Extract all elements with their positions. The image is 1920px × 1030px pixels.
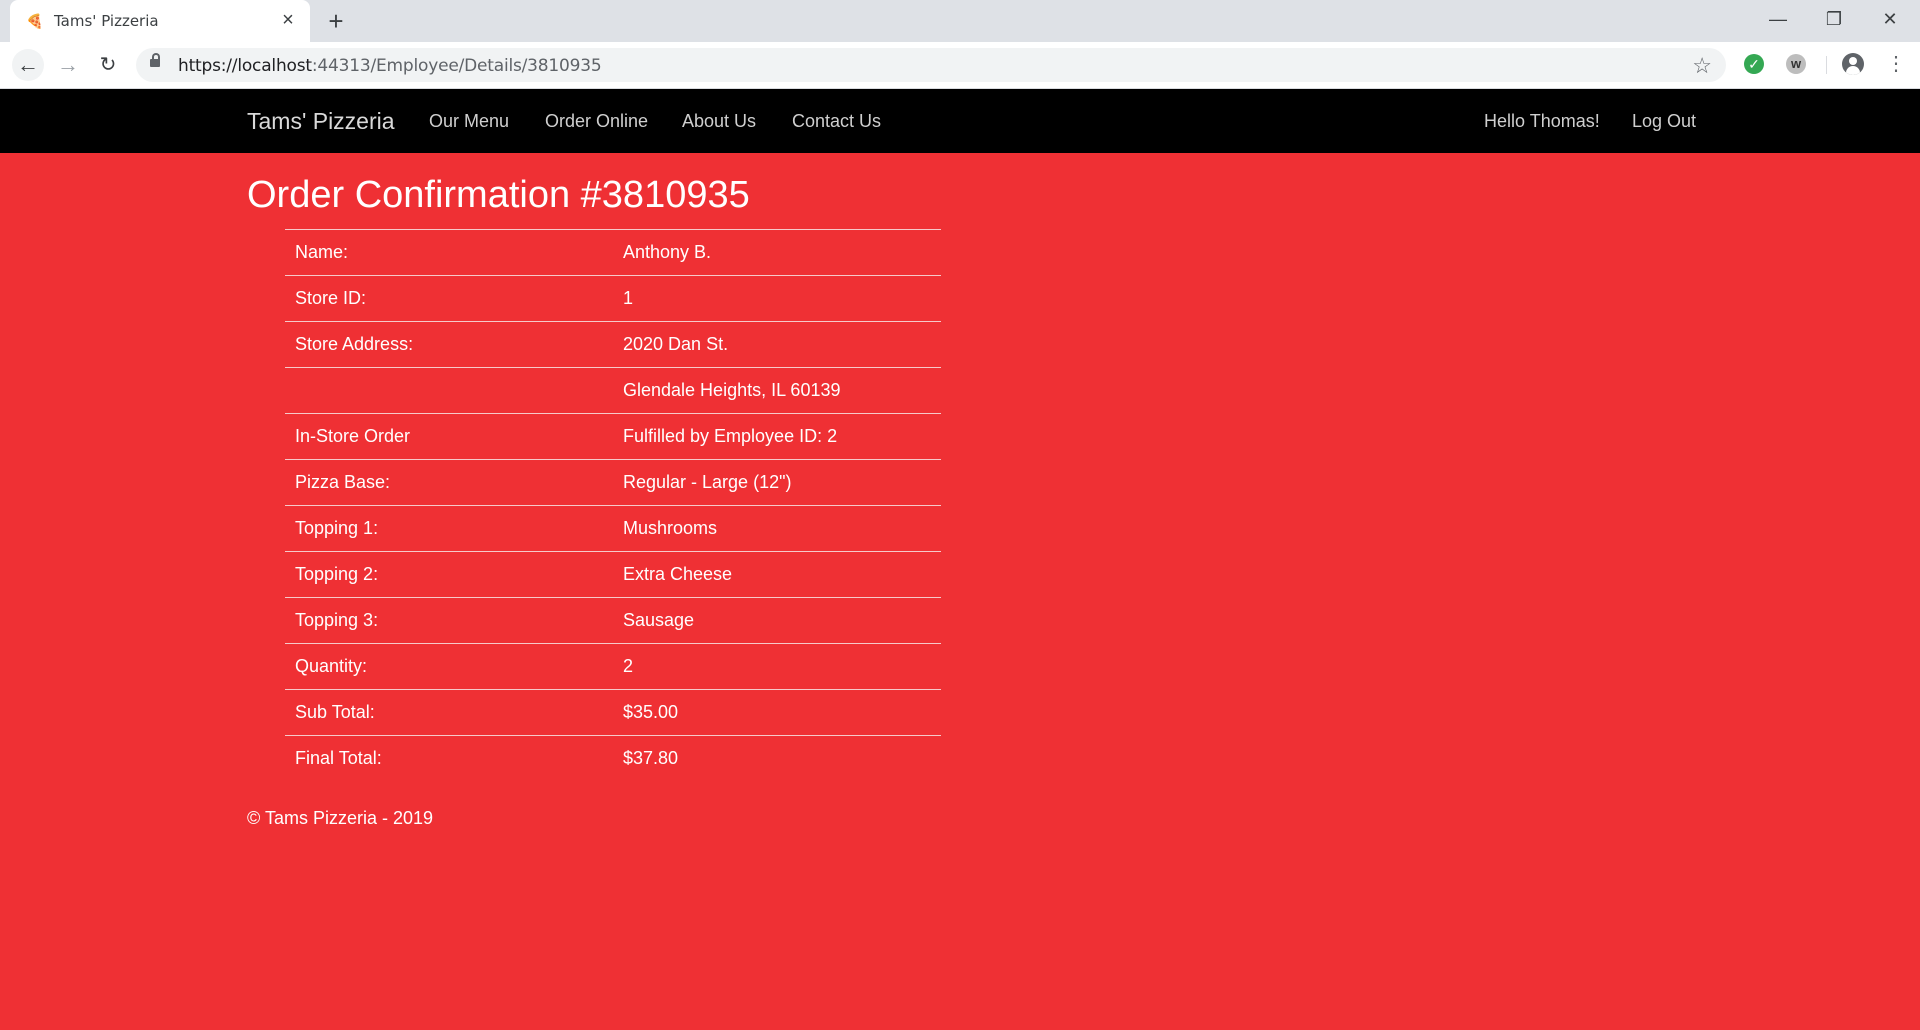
lock-icon xyxy=(150,53,160,67)
logout-link[interactable]: Log Out xyxy=(1632,111,1696,132)
profile-avatar-icon[interactable] xyxy=(1842,53,1864,75)
site-navbar: Tams' Pizzeria Our Menu Order Online Abo… xyxy=(0,89,1920,153)
forward-arrow-icon[interactable]: → xyxy=(52,49,84,81)
table-row: Quantity: 2 xyxy=(285,643,941,690)
row-value: 2 xyxy=(613,643,941,690)
minimize-icon[interactable]: — xyxy=(1750,0,1806,38)
address-bar[interactable]: https://localhost:44313/Employee/Details… xyxy=(136,48,1726,82)
row-label: Sub Total: xyxy=(285,689,613,736)
row-value: Anthony B. xyxy=(613,229,941,276)
footer-copyright: © Tams Pizzeria - 2019 xyxy=(247,808,434,828)
nav-link-our-menu[interactable]: Our Menu xyxy=(429,111,509,132)
row-value: Glendale Heights, IL 60139 xyxy=(613,367,941,414)
brand-link[interactable]: Tams' Pizzeria xyxy=(247,108,395,135)
table-row: Store Address: 2020 Dan St. xyxy=(285,321,941,368)
reload-icon[interactable]: ↻ xyxy=(92,49,124,81)
url-text[interactable]: https://localhost:44313/Employee/Details… xyxy=(178,56,602,76)
page-title: Order Confirmation #3810935 xyxy=(247,174,750,216)
row-label: In-Store Order xyxy=(285,413,613,460)
toolbar-divider xyxy=(1826,56,1827,74)
row-value: Mushrooms xyxy=(613,505,941,552)
restore-icon[interactable]: ❐ xyxy=(1806,0,1862,38)
browser-titlebar: 🍕 Tams' Pizzeria × + — ❐ ✕ xyxy=(0,0,1920,42)
table-row: Topping 3: Sausage xyxy=(285,597,941,644)
close-tab-icon[interactable]: × xyxy=(276,8,300,32)
row-label: Topping 3: xyxy=(285,597,613,644)
table-row: Pizza Base: Regular - Large (12") xyxy=(285,459,941,506)
close-window-icon[interactable]: ✕ xyxy=(1862,0,1918,38)
row-label xyxy=(285,367,613,414)
tab-title: Tams' Pizzeria xyxy=(54,12,159,30)
table-row: In-Store Order Fulfilled by Employee ID:… xyxy=(285,413,941,460)
back-arrow-icon[interactable]: ← xyxy=(12,49,44,81)
row-label: Topping 1: xyxy=(285,505,613,552)
table-row: Topping 2: Extra Cheese xyxy=(285,551,941,598)
row-label: Pizza Base: xyxy=(285,459,613,506)
order-details-table: Name: Anthony B. Store ID: 1 Store Addre… xyxy=(285,229,941,782)
table-row: Final Total: $37.80 xyxy=(285,735,941,782)
nav-link-order-online[interactable]: Order Online xyxy=(545,111,648,132)
table-row: Store ID: 1 xyxy=(285,275,941,322)
row-label: Store Address: xyxy=(285,321,613,368)
browser-toolbar: ← → ↻ https://localhost:44313/Employee/D… xyxy=(0,42,1920,89)
table-row: Topping 1: Mushrooms xyxy=(285,505,941,552)
user-greeting-link[interactable]: Hello Thomas! xyxy=(1484,111,1600,132)
row-value: $37.80 xyxy=(613,735,941,782)
row-value: Fulfilled by Employee ID: 2 xyxy=(613,413,941,460)
row-value: 2020 Dan St. xyxy=(613,321,941,368)
browser-menu-icon[interactable]: ⋮ xyxy=(1886,52,1906,76)
row-value: Regular - Large (12") xyxy=(613,459,941,506)
table-row: Sub Total: $35.00 xyxy=(285,689,941,736)
browser-tab[interactable]: 🍕 Tams' Pizzeria × xyxy=(10,0,310,42)
row-label: Store ID: xyxy=(285,275,613,322)
nav-link-about-us[interactable]: About Us xyxy=(682,111,756,132)
row-value: Extra Cheese xyxy=(613,551,941,598)
row-label: Topping 2: xyxy=(285,551,613,598)
bookmark-star-icon[interactable]: ☆ xyxy=(1692,53,1712,79)
pizza-favicon-icon: 🍕 xyxy=(26,13,44,29)
table-row: Name: Anthony B. xyxy=(285,229,941,276)
row-label: Quantity: xyxy=(285,643,613,690)
row-label: Final Total: xyxy=(285,735,613,782)
row-value: $35.00 xyxy=(613,689,941,736)
row-value: 1 xyxy=(613,275,941,322)
extension-check-icon[interactable]: ✓ xyxy=(1744,54,1764,74)
nav-link-contact-us[interactable]: Contact Us xyxy=(792,111,881,132)
row-label: Name: xyxy=(285,229,613,276)
table-row: Glendale Heights, IL 60139 xyxy=(285,367,941,414)
new-tab-button[interactable]: + xyxy=(322,8,350,36)
row-value: Sausage xyxy=(613,597,941,644)
extension-w-icon[interactable]: w xyxy=(1786,54,1806,74)
